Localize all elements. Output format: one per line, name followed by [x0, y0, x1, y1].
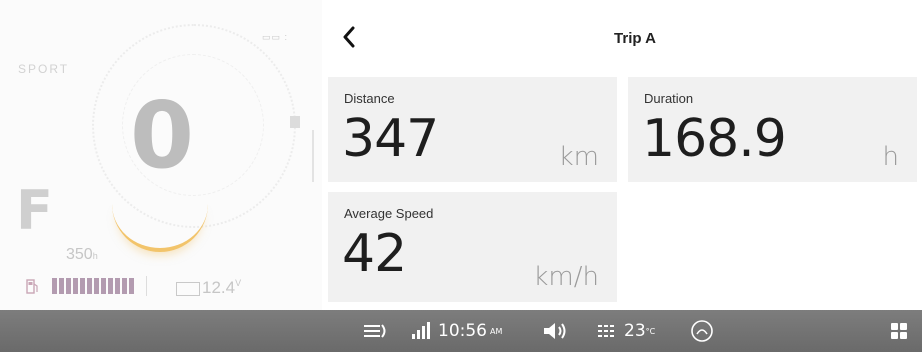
back-button[interactable]: [334, 22, 364, 52]
signal-status: [410, 310, 432, 352]
apps-grid-icon: [891, 323, 907, 339]
heat-status[interactable]: [596, 310, 618, 352]
range-readout: 350h: [66, 246, 98, 264]
voltage-value: 12.4: [202, 278, 236, 297]
average-speed-card: Average Speed 42 km/h: [328, 192, 617, 302]
volume-button[interactable]: [542, 310, 568, 352]
chevron-left-icon: [343, 26, 355, 48]
driver-profile-button[interactable]: [690, 310, 714, 352]
driver-profile-icon: [691, 320, 713, 342]
indicator-block: [290, 116, 300, 128]
battery-icon: [176, 282, 200, 296]
duration-card: Duration 168.9 h: [628, 77, 917, 182]
volume-icon: [544, 323, 566, 339]
instrument-cluster: SPORT ▭▭ : 0 F 350h 12.4V: [0, 0, 322, 310]
voltage-unit: V: [235, 278, 242, 288]
distance-label: Distance: [344, 91, 395, 106]
fuel-pump-icon: [26, 279, 38, 294]
duration-unit: h: [882, 142, 899, 172]
temperature-readout: 23 °C: [624, 310, 655, 352]
distance-card: Distance 347 km: [328, 77, 617, 182]
gear-indicator: F: [16, 179, 53, 242]
temperature-value: 23: [624, 321, 646, 341]
apps-button[interactable]: [890, 310, 908, 352]
range-value: 350: [66, 246, 93, 263]
ride-mode-label: SPORT: [18, 62, 70, 76]
gauge-separator: [146, 276, 147, 296]
odometer-indicator: ▭▭ :: [262, 32, 289, 42]
average-speed-label: Average Speed: [344, 206, 434, 221]
average-speed-value: 42: [342, 224, 407, 284]
duration-label: Duration: [644, 91, 694, 106]
cluster-divider: [312, 130, 314, 182]
distance-value: 347: [342, 109, 439, 169]
range-unit: h: [92, 251, 98, 261]
clock-ampm: AM: [490, 326, 503, 336]
headlight-icon: [364, 324, 386, 338]
heat-icon: [598, 325, 616, 337]
headlight-status[interactable]: [362, 310, 388, 352]
voltage-readout: 12.4V: [202, 278, 241, 298]
clock: 10:56 AM: [438, 310, 502, 352]
signal-icon: [412, 322, 430, 339]
clock-time: 10:56: [438, 321, 487, 341]
temperature-unit: °C: [645, 326, 656, 336]
status-bar: 10:56 AM 23 °C: [0, 310, 922, 352]
speed-glow-arc: [112, 200, 208, 252]
page-title: Trip A: [614, 30, 656, 47]
duration-value: 168.9: [642, 109, 787, 169]
average-speed-unit: km/h: [533, 262, 599, 292]
distance-unit: km: [558, 142, 599, 172]
fuel-level-gauge: [52, 278, 134, 294]
speed-readout: 0: [130, 82, 195, 189]
